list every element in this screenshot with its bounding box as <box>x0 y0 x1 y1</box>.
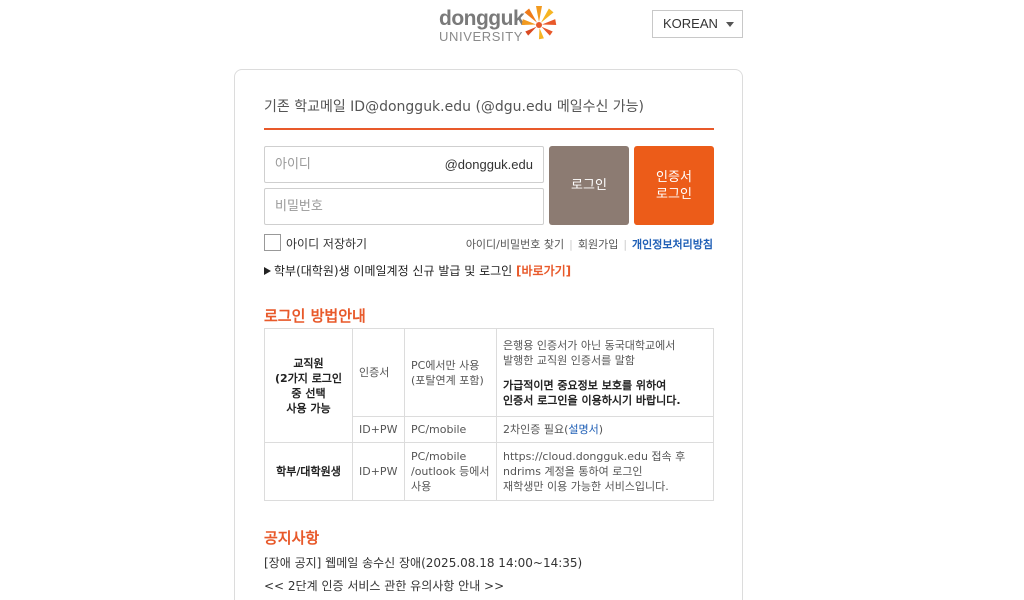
desc-cert: 은행용 인증서가 아닌 동국대학교에서 발행한 교직원 인증서를 말함 가급적이… <box>496 328 714 417</box>
notice-item[interactable]: [장애 공지] 웹메일 송수신 장애(2025.08.18 14:00~14:3… <box>264 554 582 571</box>
env-student: PC/mobile /outlook 등에서 사용 <box>404 442 497 501</box>
triangle-right-icon <box>264 267 271 275</box>
env-line: /outlook 등에서 <box>411 465 490 478</box>
role-staff-line: 교직원 <box>293 356 324 370</box>
env-line: (포탈연계 포함) <box>411 373 484 387</box>
role-staff-line: 사용 가능 <box>286 401 331 415</box>
notices-title: 공지사항 <box>264 529 320 547</box>
notice-item[interactable]: << 2단계 인증 서비스 관한 유의사항 안내 >> <box>264 577 504 594</box>
method-idpw-student: ID+PW <box>352 442 405 501</box>
method-cert: 인증서 <box>352 328 405 417</box>
manual-link[interactable]: 설명서 <box>568 423 598 436</box>
desc-line: 재학생만 이용 가능한 서비스입니다. <box>503 480 669 493</box>
desc-line: 은행용 인증서가 아닌 동국대학교에서 <box>503 338 676 352</box>
chevron-down-icon <box>726 22 734 27</box>
certificate-login-button[interactable]: 인증서 로그인 <box>634 146 714 225</box>
logo-wordmark: dongguk <box>439 7 525 30</box>
guide-title: 로그인 방법안내 <box>264 307 366 325</box>
language-select[interactable]: KOREAN <box>652 10 743 38</box>
lotus-logo-icon <box>522 6 557 40</box>
desc-text: ) <box>598 423 604 436</box>
link-separator: | <box>623 238 628 251</box>
env-cert: PC에서만 사용 (포탈연계 포함) <box>404 328 497 417</box>
language-selected-value: KOREAN <box>663 16 718 31</box>
new-account-link[interactable]: [바로가기] <box>516 264 571 278</box>
desc-text: 2차인증 필요( <box>503 423 569 436</box>
new-account-notice: 학부(대학원)생 이메일계정 신규 발급 및 로그인 [바로가기] <box>264 262 571 279</box>
privacy-policy-link[interactable]: 개인정보처리방침 <box>632 238 713 251</box>
cert-button-line2: 로그인 <box>656 187 692 202</box>
id-field[interactable]: @dongguk.edu <box>264 146 544 183</box>
desc-emphasis: 인증서 로그인을 이용하시기 바랍니다. <box>503 393 681 407</box>
id-domain-suffix: @dongguk.edu <box>444 157 533 172</box>
signup-link[interactable]: 회원가입 <box>578 238 618 251</box>
title-divider <box>264 128 714 130</box>
remember-id-label[interactable]: 아이디 저장하기 <box>286 235 367 252</box>
role-staff-line: (2가지 로그인 <box>274 371 343 385</box>
role-staff-line: 중 선택 <box>291 386 326 400</box>
desc-student: https://cloud.dongguk.edu 접속 후 ndrims 계정… <box>496 442 714 501</box>
password-field[interactable] <box>264 188 544 225</box>
remember-id-checkbox[interactable] <box>264 234 281 251</box>
login-title: 기존 학교메일 ID@dongguk.edu (@dgu.edu 메일수신 가능… <box>264 99 645 115</box>
cert-button-line1: 인증서 <box>656 170 692 185</box>
login-button[interactable]: 로그인 <box>549 146 629 225</box>
password-input[interactable] <box>275 189 435 224</box>
logo-subtitle: UNIVERSITY <box>439 29 524 44</box>
role-staff: 교직원 (2가지 로그인 중 선택 사용 가능 <box>264 328 353 443</box>
desc-line: https://cloud.dongguk.edu 접속 후 <box>503 450 686 463</box>
role-student: 학부/대학원생 <box>264 442 353 501</box>
desc-line: 발행한 교직원 인증서를 말함 <box>503 353 635 367</box>
desc-emphasis: 가급적이면 중요정보 보호를 위하여 <box>503 378 667 392</box>
login-guide-table: 교직원 (2가지 로그인 중 선택 사용 가능 인증서 PC에서만 사용 (포탈… <box>264 328 714 501</box>
env-idpw-staff: PC/mobile <box>404 416 497 443</box>
method-idpw-staff: ID+PW <box>352 416 405 443</box>
new-account-text: 학부(대학원)생 이메일계정 신규 발급 및 로그인 <box>274 264 513 278</box>
find-id-password-link[interactable]: 아이디/비밀번호 찾기 <box>466 238 564 251</box>
desc-idpw-staff: 2차인증 필요(설명서) <box>496 416 714 443</box>
link-separator: | <box>569 238 573 251</box>
env-line: 사용 <box>411 480 432 493</box>
desc-line: ndrims 계정을 통하여 로그인 <box>503 465 643 478</box>
login-card: 기존 학교메일 ID@dongguk.edu (@dgu.edu 메일수신 가능… <box>234 69 743 600</box>
id-input[interactable] <box>275 147 435 182</box>
env-line: PC/mobile <box>411 450 467 463</box>
env-line: PC에서만 사용 <box>411 358 480 372</box>
account-links: 아이디/비밀번호 찾기 | 회원가입 | 개인정보처리방침 <box>466 236 713 252</box>
